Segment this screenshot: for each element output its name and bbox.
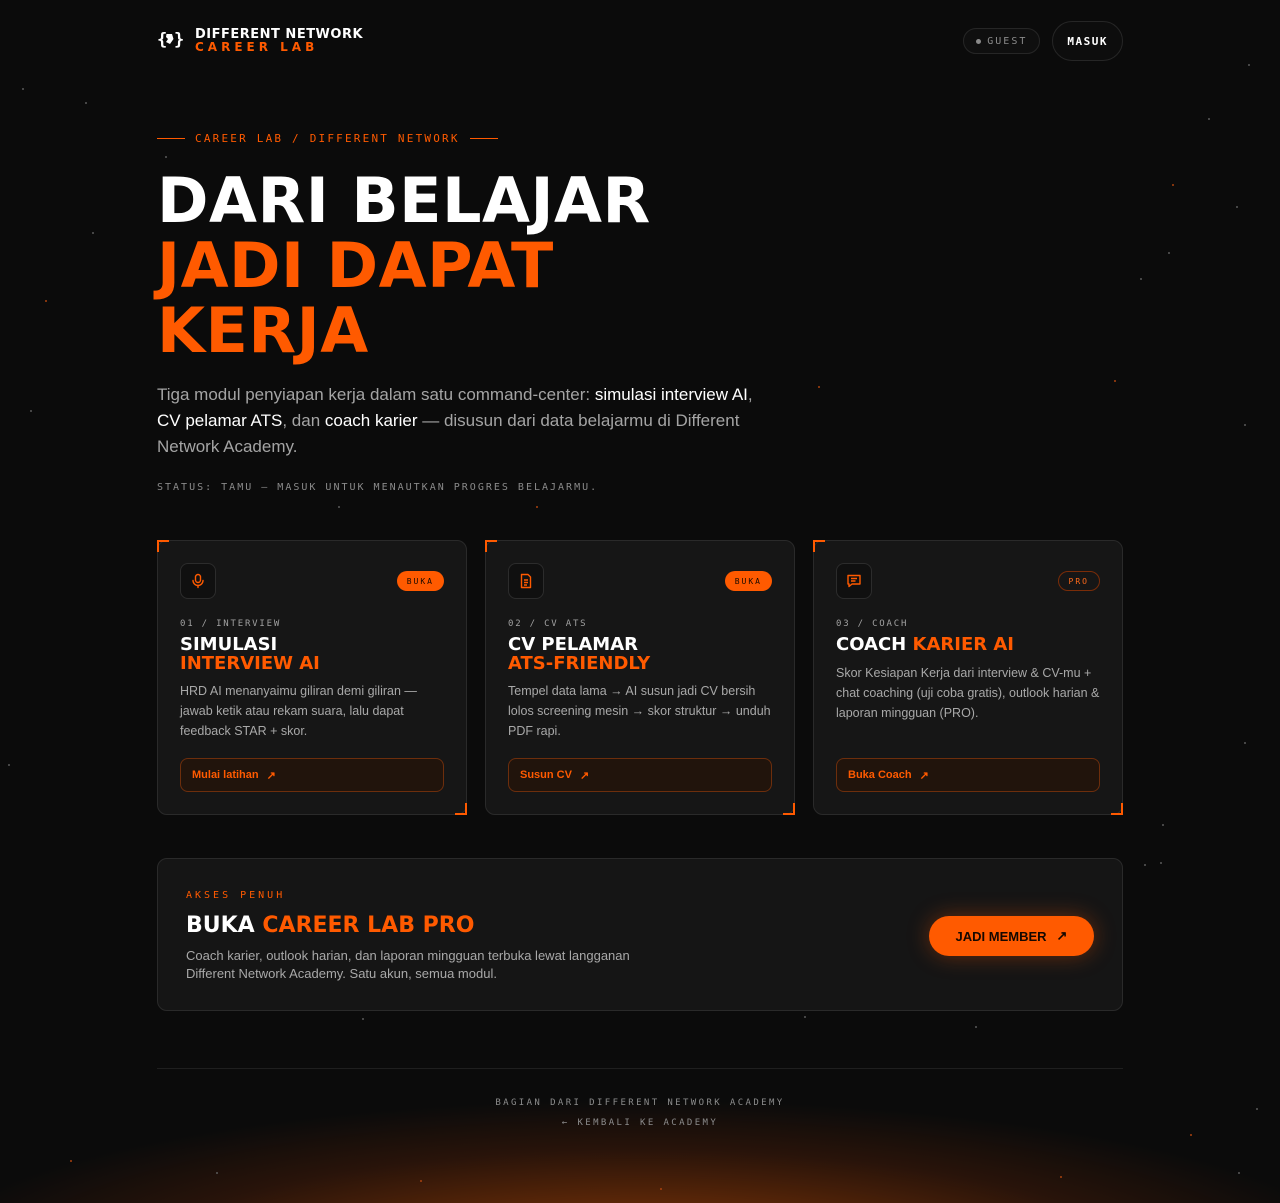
- guest-label: GUEST: [987, 35, 1028, 47]
- hero-desc-highlight: CV pelamar ATS: [157, 411, 283, 430]
- hero-description: Tiga modul penyiapan kerja dalam satu co…: [157, 382, 767, 460]
- hero-desc-text: Tiga modul penyiapan kerja dalam satu co…: [157, 385, 595, 404]
- button-label: JADI MEMBER: [955, 928, 1047, 944]
- card-kicker: 02 / CV ATS: [508, 619, 588, 629]
- login-button[interactable]: MASUK: [1052, 21, 1123, 61]
- card-title-white: COACH: [836, 634, 907, 655]
- footer-caption: BAGIAN DARI DIFFERENT NETWORK ACADEMY: [495, 1098, 785, 1108]
- card-description: Tempel data lama → AI susun jadi CV bers…: [508, 684, 771, 738]
- back-to-academy-link[interactable]: ← KEMBALI KE ACADEMY: [0, 1118, 1280, 1128]
- hero-desc-highlight: coach karier: [324, 411, 418, 430]
- corner-accent: [813, 540, 825, 552]
- card-title: COACH KARIER AI: [836, 635, 1014, 654]
- card-title-accent: INTERVIEW AI: [180, 653, 320, 674]
- status-line: STATUS: TAMU — MASUK UNTUK MENAUTKAN PRO…: [157, 482, 599, 493]
- pro-upsell-banner: AKSES PENUH BUKA CAREER LAB PRO Coach ka…: [157, 858, 1123, 1011]
- hero-desc-text: , dan: [282, 411, 325, 430]
- corner-accent: [157, 540, 169, 552]
- svg-text:{: {: [157, 30, 166, 49]
- button-label: Susun CV: [520, 769, 572, 781]
- card-title-white: CV PELAMAR: [508, 634, 638, 655]
- brand[interactable]: { } DIFFERENT NETWORK CAREER LAB: [157, 28, 363, 54]
- status-badge: BUKA: [724, 571, 772, 591]
- card-description: HRD AI menanyaimu giliran demi giliran —…: [180, 684, 417, 738]
- card-kicker: 03 / COACH: [836, 619, 909, 629]
- pro-title: BUKA CAREER LAB PRO: [186, 913, 474, 938]
- hero-title-line-2: JADI DAPAT: [157, 229, 554, 302]
- card-title: SIMULASI INTERVIEW AI: [180, 635, 320, 673]
- module-card-coach: PRO 03 / COACH COACH KARIER AI Skor Kesi…: [813, 540, 1123, 815]
- build-cv-button[interactable]: Susun CV ↗: [508, 758, 772, 792]
- corner-accent: [783, 803, 795, 815]
- corner-accent: [485, 540, 497, 552]
- arrow-up-right-icon: ↗: [266, 769, 276, 782]
- top-navigation: { } DIFFERENT NETWORK CAREER LAB GUEST M…: [157, 20, 1123, 62]
- card-title-accent: ATS-FRIENDLY: [508, 653, 651, 674]
- brand-subname: CAREER LAB: [195, 40, 319, 54]
- module-card-cv: BUKA 02 / CV ATS CV PELAMAR ATS-FRIENDLY…: [485, 540, 795, 815]
- footer-divider: [157, 1068, 1123, 1069]
- hero-desc-highlight: simulasi interview AI: [594, 385, 748, 404]
- pro-kicker: AKSES PENUH: [186, 890, 286, 901]
- card-kicker: 01 / INTERVIEW: [180, 619, 282, 629]
- hero-desc-text: ,: [747, 385, 753, 404]
- eyebrow-line-right: [469, 138, 498, 139]
- card-title: CV PELAMAR ATS-FRIENDLY: [508, 635, 650, 673]
- document-icon: [508, 563, 544, 599]
- pro-title-white: BUKA: [186, 913, 255, 938]
- arrow-up-right-icon: ↗: [1056, 928, 1068, 943]
- microphone-icon: [180, 563, 216, 599]
- hero-eyebrow: CAREER LAB / DIFFERENT NETWORK: [157, 132, 498, 145]
- pro-badge: PRO: [1057, 571, 1100, 591]
- guest-status-badge: GUEST: [963, 28, 1041, 54]
- svg-text:}: }: [174, 30, 183, 49]
- module-cards: BUKA 01 / INTERVIEW SIMULASI INTERVIEW A…: [157, 540, 1123, 815]
- chat-icon: [836, 563, 872, 599]
- become-member-button[interactable]: JADI MEMBER ↗: [929, 916, 1094, 956]
- open-coach-button[interactable]: Buka Coach ↗: [836, 758, 1100, 792]
- brand-text: DIFFERENT NETWORK CAREER LAB: [195, 28, 363, 54]
- pro-title-accent: CAREER LAB PRO: [262, 913, 475, 938]
- hero-title: DARI BELAJAR JADI DAPAT KERJA: [157, 168, 651, 363]
- card-title-white: SIMULASI: [180, 634, 278, 655]
- arrow-up-right-icon: ↗: [579, 769, 590, 782]
- hero-title-line-1: DARI BELAJAR: [157, 164, 651, 237]
- start-interview-button[interactable]: Mulai latihan ↗: [180, 758, 444, 792]
- button-label: Mulai latihan: [192, 769, 259, 781]
- button-label: Buka Coach: [848, 769, 912, 781]
- card-description: Skor Kesiapan Kerja dari interview & CV-…: [836, 666, 1100, 720]
- arrow-up-right-icon: ↗: [919, 769, 929, 782]
- status-badge: BUKA: [396, 571, 444, 591]
- brand-logo-icon: { }: [157, 29, 184, 54]
- eyebrow-line-left: [157, 138, 185, 139]
- corner-accent: [455, 803, 467, 815]
- status-dot-icon: [976, 38, 982, 44]
- module-card-interview: BUKA 01 / INTERVIEW SIMULASI INTERVIEW A…: [157, 540, 467, 815]
- card-title-accent: KARIER AI: [912, 634, 1015, 655]
- corner-accent: [1111, 803, 1123, 815]
- eyebrow-text: CAREER LAB / DIFFERENT NETWORK: [195, 132, 460, 145]
- nav-actions: GUEST MASUK: [963, 21, 1123, 61]
- pro-description: Coach karier, outlook harian, dan lapora…: [186, 948, 630, 981]
- hero-title-line-3: KERJA: [157, 294, 369, 367]
- page: { } DIFFERENT NETWORK CAREER LAB GUEST M…: [0, 0, 1280, 1203]
